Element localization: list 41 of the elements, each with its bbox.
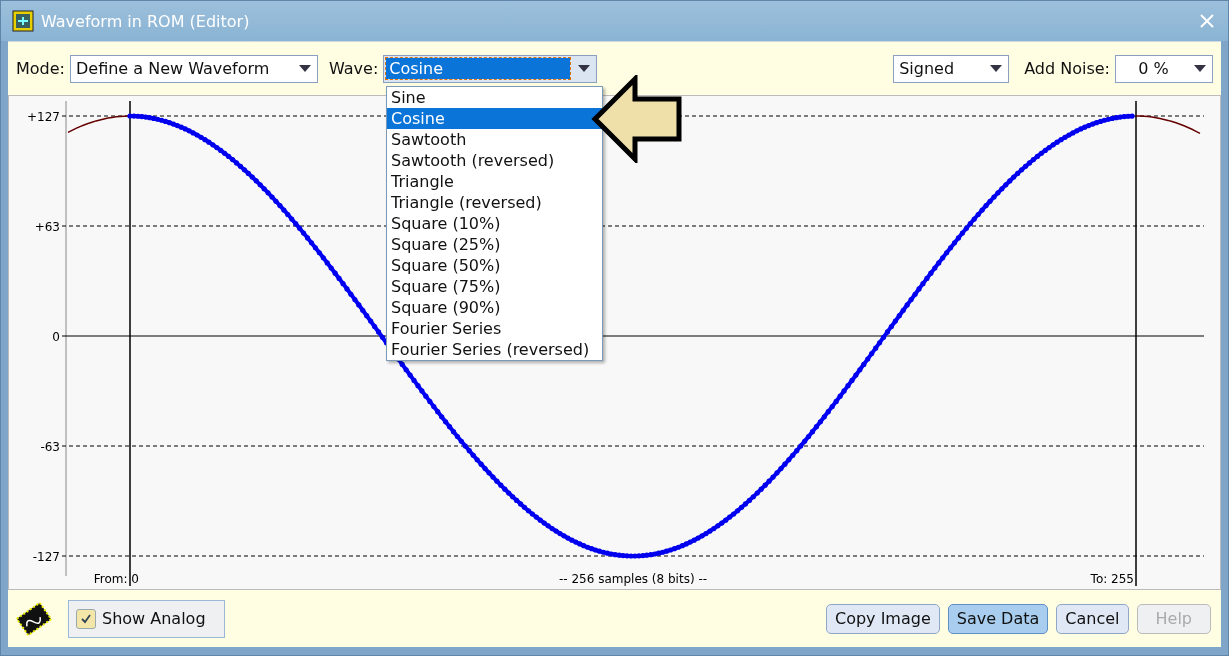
window-title: Waveform in ROM (Editor) xyxy=(41,11,250,31)
wave-option[interactable]: Square (75%) xyxy=(387,276,602,297)
wave-option[interactable]: Square (90%) xyxy=(387,297,602,318)
show-analog-checkbox[interactable]: Show Analog xyxy=(68,599,225,638)
to-label: To: 255 xyxy=(1090,572,1134,586)
wave-option[interactable]: Fourier Series (reversed) xyxy=(387,339,602,360)
wave-option[interactable]: Square (25%) xyxy=(387,234,602,255)
dialog-button[interactable]: Save Data xyxy=(947,603,1049,634)
wave-option[interactable]: Cosine xyxy=(387,108,602,129)
mode-label: Mode: xyxy=(16,59,65,78)
caret-icon xyxy=(299,65,311,72)
wave-label: Wave: xyxy=(329,59,379,78)
format-dropdown[interactable]: Signed xyxy=(893,54,1010,83)
noise-dropdown[interactable]: 0 % xyxy=(1115,54,1213,83)
checkmark-icon xyxy=(80,612,92,625)
wave-option[interactable]: Sawtooth xyxy=(387,129,602,150)
pointer-arrow-icon xyxy=(591,75,683,163)
chip-icon xyxy=(11,9,35,33)
caret-icon xyxy=(578,65,591,72)
wave-option[interactable]: Sawtooth (reversed) xyxy=(387,150,602,171)
noise-label: Add Noise: xyxy=(1024,59,1110,78)
from-label: From: 0 xyxy=(93,572,139,586)
wave-option[interactable]: Triangle xyxy=(387,171,602,192)
y-tick-label: +127 xyxy=(27,110,60,124)
samples-caption: -- 256 samples (8 bits) -- xyxy=(558,572,708,586)
wave-option[interactable]: Triangle (reversed) xyxy=(387,192,602,213)
dialog-button[interactable]: Cancel xyxy=(1056,603,1129,634)
wave-option[interactable]: Square (10%) xyxy=(387,213,602,234)
wave-option[interactable]: Square (50%) xyxy=(387,255,602,276)
y-tick-label: -63 xyxy=(40,440,60,454)
caret-icon xyxy=(1194,65,1206,72)
y-tick-label: +63 xyxy=(34,220,60,234)
caret-icon xyxy=(990,65,1003,72)
y-tick-label: -127 xyxy=(32,550,60,564)
y-tick-label: 0 xyxy=(52,330,60,344)
checkbox[interactable] xyxy=(76,608,96,629)
wave-option[interactable]: Sine xyxy=(387,87,602,108)
wave-option[interactable]: Fourier Series xyxy=(387,318,602,339)
dialog-button[interactable]: Copy Image xyxy=(825,603,940,634)
wave-dropdown[interactable]: Cosine xyxy=(383,54,598,83)
mode-dropdown[interactable]: Define a New Waveform xyxy=(70,54,318,83)
